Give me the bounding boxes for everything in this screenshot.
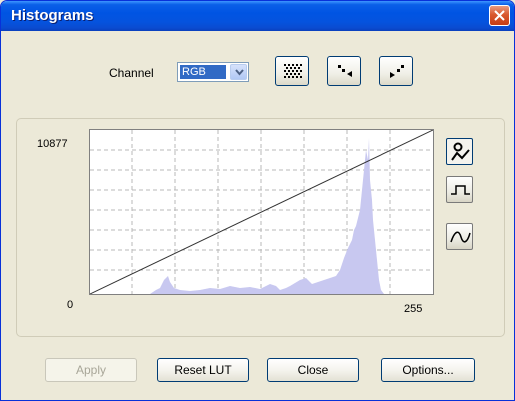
points-arrow-left-icon — [338, 65, 352, 77]
points-arrow-right-icon — [390, 65, 404, 78]
previous-point-button[interactable] — [327, 56, 361, 86]
chevron-down-icon[interactable] — [230, 64, 247, 80]
wave-curve-button[interactable] — [446, 223, 473, 250]
apply-button[interactable]: Apply — [45, 358, 137, 382]
x-max-label: 255 — [404, 303, 423, 315]
step-function-icon — [451, 185, 470, 195]
window-title: Histograms — [11, 7, 94, 24]
close-icon — [494, 10, 505, 21]
step-function-button[interactable] — [446, 176, 473, 203]
histogram-plot[interactable] — [89, 129, 434, 295]
options-button[interactable]: Options... — [381, 358, 475, 382]
channel-select[interactable]: RGB — [177, 62, 249, 82]
x-min-label: 0 — [67, 299, 74, 311]
curve-edit-icon — [451, 142, 470, 161]
histogram-distribution — [90, 138, 384, 294]
next-point-button[interactable] — [379, 56, 413, 86]
curve-edit-button[interactable] — [446, 138, 473, 165]
channel-selected-value: RGB — [180, 65, 226, 79]
dotted-grid-icon — [284, 64, 302, 78]
reset-lut-button[interactable]: Reset LUT — [157, 358, 249, 382]
grid-toggle-button[interactable] — [275, 56, 309, 86]
y-max-label: 10877 — [37, 138, 68, 150]
close-button[interactable]: Close — [267, 358, 359, 382]
title-bar[interactable]: Histograms — [1, 1, 514, 31]
histograms-dialog: Histograms Channel RGB 10877 0 255 Apply… — [0, 0, 515, 401]
histogram-canvas[interactable] — [90, 130, 433, 294]
channel-label: Channel — [109, 66, 154, 80]
wave-curve-icon — [450, 231, 471, 243]
close-window-button[interactable] — [489, 5, 510, 26]
